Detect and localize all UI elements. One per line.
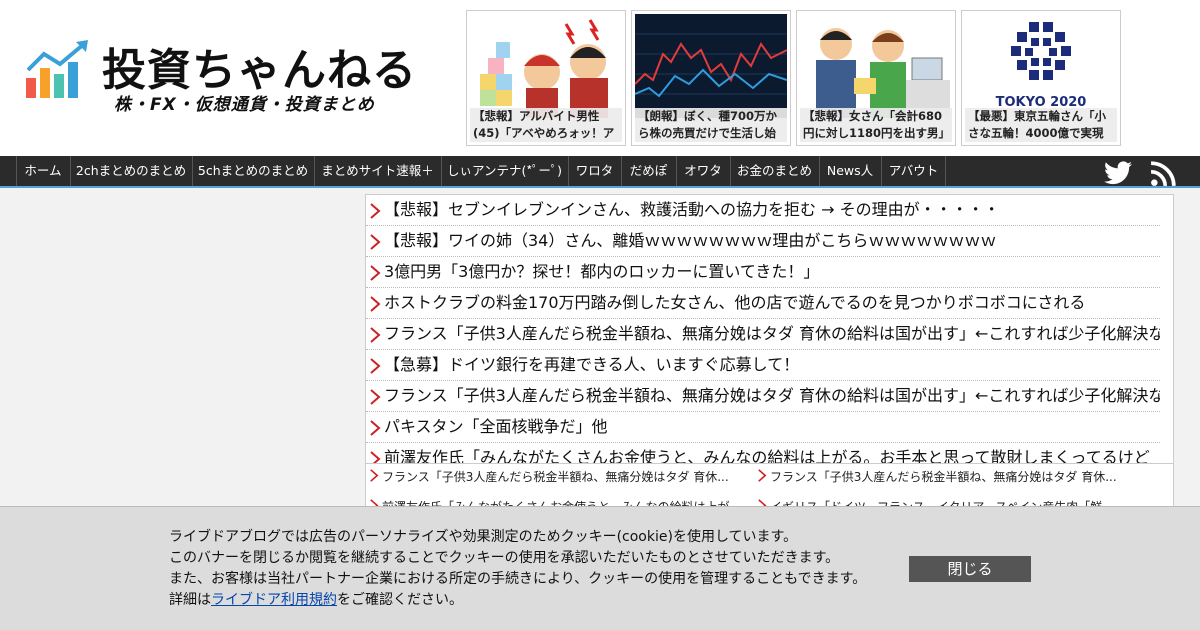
article-list: 【悲報】セブンイレブンインさん、救護活動への協力を拒む → その理由が・・・・・…	[365, 194, 1174, 464]
featured-image	[800, 14, 952, 118]
cookie-line: 詳細はライブドア利用規約をご確認ください。	[169, 590, 889, 611]
featured-caption: 【最悪】東京五輪さん「小さな五輪！4000億で実現し	[965, 108, 1117, 142]
cookie-line: ライブドアブログでは広告のパーソナライズや効果測定のためクッキー(cookie)…	[169, 529, 798, 545]
related-item[interactable]: フランス「子供3人産んだら税金半額ね、無痛分娩はタダ 育休...	[366, 464, 751, 490]
article-title: 【悲報】セブンイレブンインさん、救護活動への協力を拒む → その理由が・・・・・	[384, 200, 1000, 219]
nav-item-5ch[interactable]: 5chまとめのまとめ	[192, 156, 313, 186]
rss-icon[interactable]	[1150, 159, 1176, 189]
nav-item-okane[interactable]: お金のまとめ	[730, 156, 818, 186]
article-title: フランス「子供3人産んだら税金半額ね、無痛分娩はタダ 育休の給料は国が出す」←こ…	[384, 324, 1160, 343]
chevron-right-icon	[370, 296, 381, 312]
cookie-close-button[interactable]: 閉じる	[909, 556, 1031, 582]
list-item[interactable]: 【急募】ドイツ銀行を再建できる人、いますぐ応募して！	[366, 350, 1160, 381]
article-title: 【悲報】ワイの姉（34）さん、離婚ｗｗｗｗｗｗｗｗ理由がこちらｗｗｗｗｗｗｗｗ	[384, 231, 997, 250]
chart-logo-icon	[26, 40, 88, 98]
chevron-right-icon	[370, 469, 379, 482]
cookie-banner: ライブドアブログでは広告のパーソナライズや効果測定のためクッキー(cookie)…	[0, 506, 1200, 630]
featured-caption: 【悲報】アルバイト男性(45)「アベやめろォッ！ア	[470, 108, 622, 142]
cookie-line: このバナーを閉じるか閲覧を継続することでクッキーの使用を承認いただいたものとさせ…	[169, 550, 840, 566]
featured-card[interactable]: 【悲報】アルバイト男性(45)「アベやめろォッ！ア	[466, 10, 626, 146]
site-subtitle: 株・FX・仮想通貨・投資まとめ	[114, 95, 375, 115]
nav-item-2ch[interactable]: 2chまとめのまとめ	[70, 156, 191, 186]
nav-item-about[interactable]: アバウト	[881, 156, 946, 186]
chevron-right-icon	[370, 389, 381, 405]
featured-image: TOKYO 2020	[965, 14, 1117, 118]
featured-image	[635, 14, 787, 118]
featured-card[interactable]: TOKYO 2020 【最悪】東京五輪さん「小さな五輪！4000億で実現し	[961, 10, 1121, 146]
cookie-message: ライブドアブログでは広告のパーソナライズや効果測定のためクッキー(cookie)…	[169, 527, 889, 611]
chevron-right-icon	[370, 327, 381, 343]
cookie-line-suffix: をご確認ください。	[337, 592, 463, 608]
list-item[interactable]: 3億円男「3億円か？探せ！都内のロッカーに置いてきた！」	[366, 257, 1160, 288]
featured-card[interactable]: 【悲報】女さん「会計680円に対し1180円を出す男」	[796, 10, 956, 146]
site-header: 投資ちゃんねる 株・FX・仮想通貨・投資まとめ 【悲報】アルバイト男性(45)「…	[0, 0, 1200, 156]
featured-caption: 【悲報】女さん「会計680円に対し1180円を出す男」	[800, 108, 952, 142]
list-item[interactable]: パキスタン「全面核戦争だ」他	[366, 412, 1160, 443]
list-item[interactable]: 【悲報】ワイの姉（34）さん、離婚ｗｗｗｗｗｗｗｗ理由がこちらｗｗｗｗｗｗｗｗ	[366, 226, 1160, 257]
featured-caption: 【朗報】ぼく、種700万から株の売買だけで生活し始	[635, 108, 787, 142]
related-title: フランス「子供3人産んだら税金半額ね、無痛分娩はタダ 育休...	[770, 470, 1117, 484]
chevron-right-icon	[370, 265, 381, 281]
list-item[interactable]: フランス「子供3人産んだら税金半額ね、無痛分娩はタダ 育休の給料は国が出す」←こ…	[366, 319, 1160, 350]
featured-image	[470, 14, 622, 118]
nav-item-damepo[interactable]: だめぽ	[621, 156, 675, 186]
chevron-right-icon	[370, 420, 381, 436]
site-title: 投資ちゃんねる	[102, 45, 417, 96]
main-nav: ホーム 2chまとめのまとめ 5chまとめのまとめ まとめサイト速報＋ しぃアン…	[0, 156, 1200, 188]
article-title: フランス「子供3人産んだら税金半額ね、無痛分娩はタダ 育休の給料は国が出す」←こ…	[384, 386, 1160, 405]
list-item[interactable]: 【悲報】セブンイレブンインさん、救護活動への協力を拒む → その理由が・・・・・	[366, 195, 1160, 226]
chevron-right-icon	[370, 358, 381, 374]
article-title: パキスタン「全面核戦争だ」他	[384, 417, 608, 436]
article-title: 【急募】ドイツ銀行を再建できる人、いますぐ応募して！	[384, 355, 800, 374]
chevron-right-icon	[758, 469, 767, 482]
article-title: 3億円男「3億円か？探せ！都内のロッカーに置いてきた！」	[384, 262, 820, 281]
chevron-right-icon	[370, 234, 381, 250]
article-title: ホストクラブの料金170万円踏み倒した女さん、他の店で遊んでるのを見つかりボコボ…	[384, 293, 1086, 312]
nav-item-owata[interactable]: オワタ	[676, 156, 729, 186]
nav-item-matome-sokuho[interactable]: まとめサイト速報＋	[314, 156, 440, 186]
related-item[interactable]: フランス「子供3人産んだら税金半額ね、無痛分娩はタダ 育休...	[754, 464, 1139, 490]
cookie-line: また、お客様は当社パートナー企業における所定の手続きにより、クッキーの使用を管理…	[169, 571, 867, 587]
list-item[interactable]: 前澤友作氏「みんながたくさんお金使うと、みんなの給料は上がる。お手本と思って散財…	[366, 443, 1160, 464]
list-item[interactable]: フランス「子供3人産んだら税金半額ね、無痛分娩はタダ 育休の給料は国が出す」←こ…	[366, 381, 1160, 412]
featured-card[interactable]: 【朗報】ぼく、種700万から株の売買だけで生活し始	[631, 10, 791, 146]
list-item[interactable]: ホストクラブの料金170万円踏み倒した女さん、他の店で遊んでるのを見つかりボコボ…	[366, 288, 1160, 319]
article-title: 前澤友作氏「みんながたくさんお金使うと、みんなの給料は上がる。お手本と思って散財…	[384, 448, 1150, 464]
chevron-right-icon	[370, 203, 381, 219]
cookie-line-prefix: 詳細は	[169, 592, 211, 608]
nav-item-home[interactable]: ホーム	[16, 156, 69, 186]
site-logo[interactable]: 投資ちゃんねる 株・FX・仮想通貨・投資まとめ	[24, 34, 424, 115]
nav-item-warota[interactable]: ワロタ	[568, 156, 620, 186]
related-title: フランス「子供3人産んだら税金半額ね、無痛分娩はタダ 育休...	[382, 470, 729, 484]
terms-link[interactable]: ライブドア利用規約	[211, 592, 337, 608]
twitter-icon[interactable]	[1104, 158, 1132, 188]
nav-item-newsjin[interactable]: News人	[819, 156, 880, 186]
nav-item-shii-antenna[interactable]: しぃアンテナ(*ﾟーﾟ)	[441, 156, 567, 186]
